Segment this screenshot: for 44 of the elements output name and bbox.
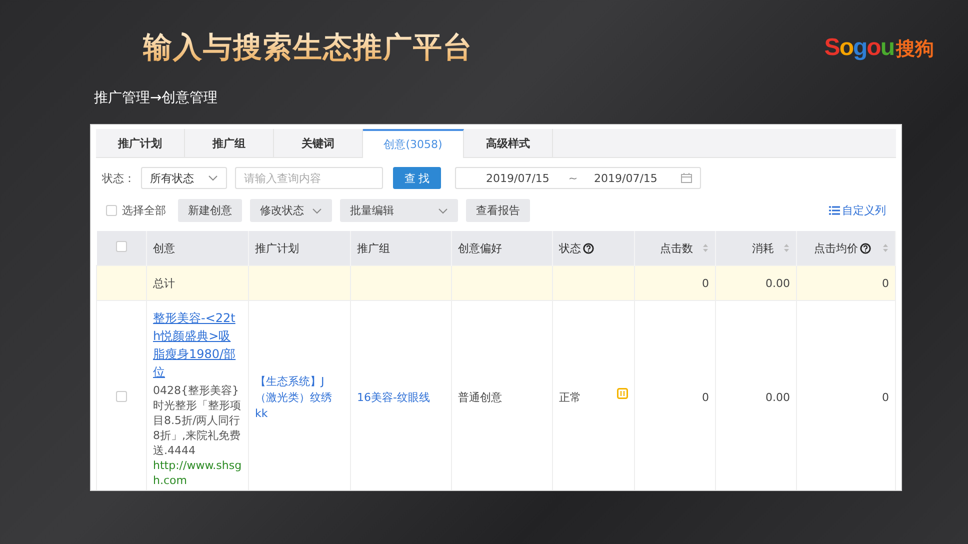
status-dropdown[interactable]: 所有状态 [141,167,227,189]
toolbar-button[interactable]: 修改状态 [250,199,332,222]
status-text: 正常 [559,390,581,405]
table-cell: 0 [796,266,896,300]
search-field[interactable]: 请输入查询内容 [235,167,383,189]
date-range-field[interactable]: 2019/07/15 ~ 2019/07/15 [455,167,701,189]
toolbar-button[interactable]: 查看报告 [466,199,530,222]
ad-description: 0428{整形美容}时光整形「整形项目8.5折/两人同行8折」,来院礼免费送.4444 [153,383,242,458]
logo: Sogou搜狗 [824,34,934,62]
select-all-checkbox[interactable] [106,205,117,216]
row-checkbox[interactable] [116,390,127,402]
customize-columns-link[interactable]: 自定义列 [829,203,886,218]
help-icon[interactable] [860,242,871,254]
pause-icon[interactable] [617,388,628,399]
chevron-down-icon [312,208,322,214]
column-header: 创意偏好 [452,231,552,266]
toolbar-button[interactable]: 批量编辑 [340,199,458,222]
sort-icon[interactable] [702,243,709,253]
select-all-label: 选择全部 [122,203,166,218]
column-header[interactable]: 点击均价 [796,231,896,266]
table-cell: 0 [634,266,716,300]
status-label: 状态： [102,170,135,186]
chevron-down-icon [438,208,448,214]
column-header[interactable]: 消耗 [716,231,796,266]
group-link[interactable]: 16美容-纹眼线 [357,391,430,404]
sort-icon[interactable] [783,243,790,253]
breadcrumb: 推广管理→创意管理 [94,90,218,106]
header-checkbox[interactable] [116,241,127,252]
toolbar-button[interactable]: 新建创意 [178,199,242,222]
sort-icon[interactable] [882,243,889,253]
ad-url: http://www.shsgh.com [153,458,242,488]
column-header: 状态 [552,231,634,266]
column-header: 创意 [146,231,248,266]
help-icon[interactable] [583,242,594,254]
list-icon [829,206,840,215]
column-header: 推广计划 [248,231,350,266]
column-header: 推广组 [350,231,452,266]
chevron-down-icon [208,175,218,181]
column-header[interactable]: 点击数 [634,231,716,266]
table-cell: 0.00 [716,266,796,300]
calendar-icon[interactable] [681,173,692,183]
ad-title-link[interactable]: 整形美容-<22th悦颜盛典>吸脂瘦身1980/部位 [153,309,242,381]
search-button[interactable]: 查 找 [393,167,441,189]
table-cell: 总计 [146,266,248,300]
